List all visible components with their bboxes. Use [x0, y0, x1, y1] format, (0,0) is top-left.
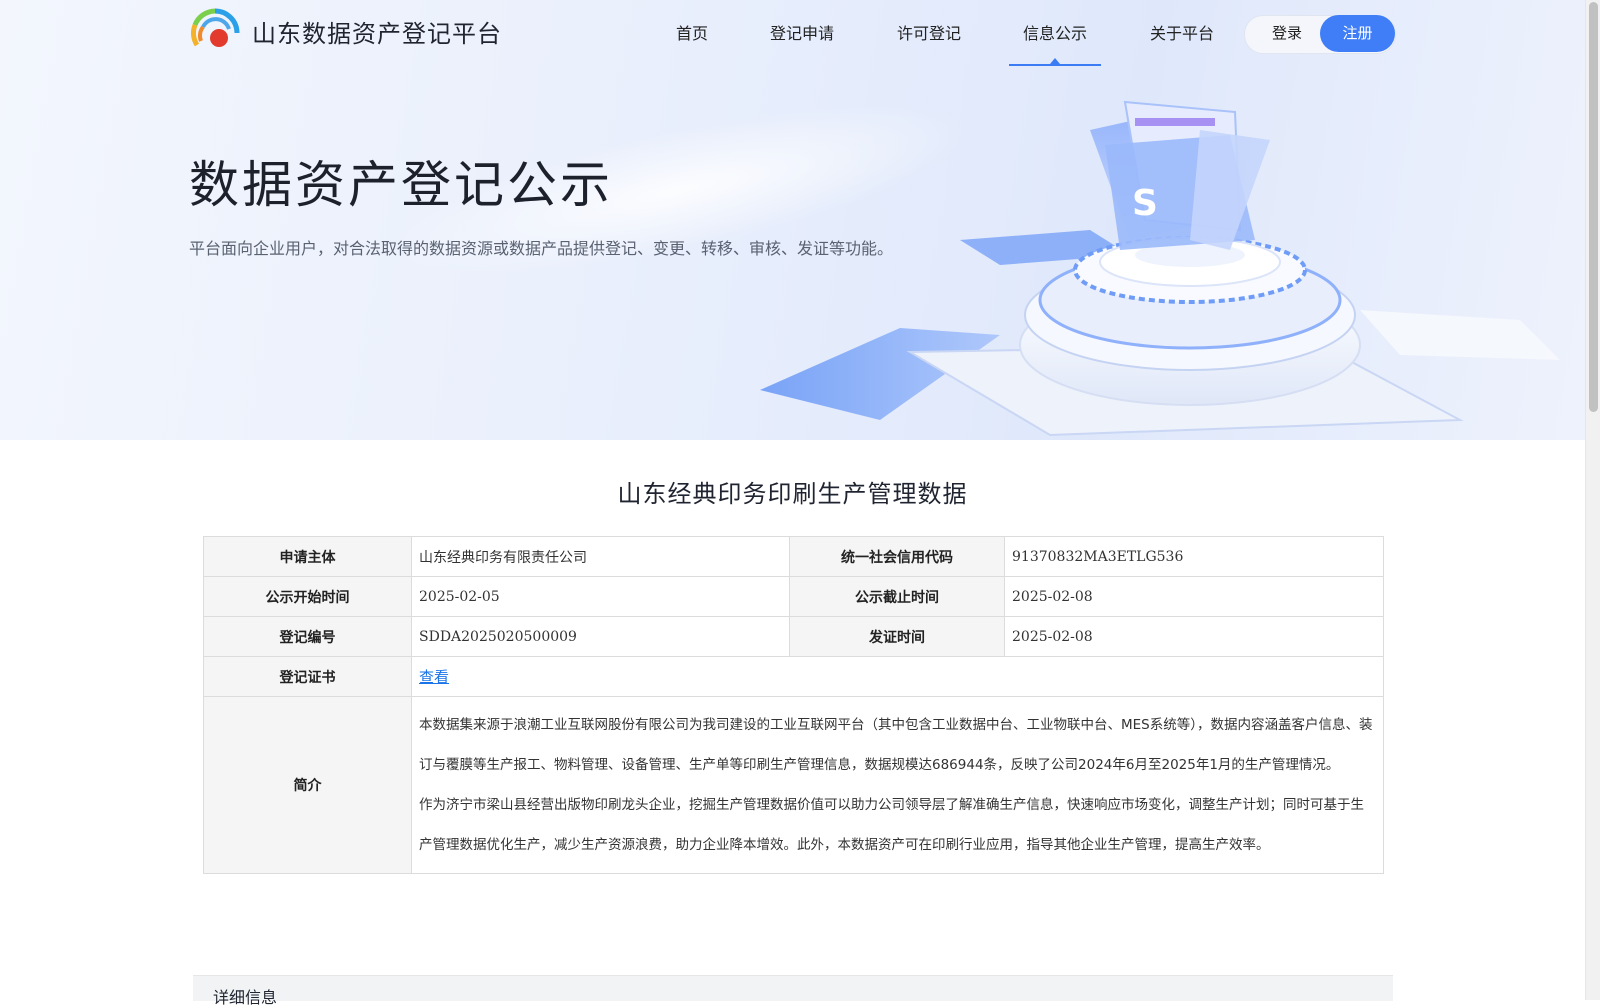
table-row: 申请主体 山东经典印务有限责任公司 统一社会信用代码 91370832MA3ET…: [203, 536, 1384, 577]
record-info-table: 申请主体 山东经典印务有限责任公司 统一社会信用代码 91370832MA3ET…: [203, 536, 1384, 874]
platform-logo-icon[interactable]: [189, 7, 241, 59]
intro-label: 简介: [203, 696, 412, 874]
nav-registration-apply[interactable]: 登记申请: [770, 20, 834, 44]
credit-code-label: 统一社会信用代码: [789, 536, 1005, 577]
site-title: 山东数据资产登记平台: [252, 20, 502, 48]
hero-banner: S 山东数据资产登记平台 首页 登记申请 许可登记 信息公示 关于平台 登录 注…: [0, 0, 1585, 440]
hero-description: 平台面向企业用户，对合法取得的数据资源或数据产品提供登记、变更、转移、审核、发证…: [189, 239, 894, 258]
issue-time-value: 2025-02-08: [1004, 616, 1384, 657]
intro-paragraph-1: 本数据集来源于浪潮工业互联网股份有限公司为我司建设的工业互联网平台（其中包含工业…: [419, 717, 1373, 773]
start-time-label: 公示开始时间: [203, 576, 412, 617]
detail-section-header: 详细信息: [193, 975, 1393, 1007]
top-navbar: 山东数据资产登记平台 首页 登记申请 许可登记 信息公示 关于平台 登录 注册: [0, 0, 1585, 66]
certificate-cell: 查看: [411, 656, 1384, 697]
page-scrollbar[interactable]: [1585, 0, 1600, 1000]
nav-info-disclosure[interactable]: 信息公示: [1008, 20, 1102, 66]
certificate-label: 登记证书: [203, 656, 412, 697]
record-title: 山东经典印务印刷生产管理数据: [617, 480, 968, 508]
nav-home[interactable]: 首页: [676, 20, 708, 44]
issue-time-label: 发证时间: [789, 616, 1005, 657]
applicant-label: 申请主体: [203, 536, 412, 577]
start-time-value: 2025-02-05: [411, 576, 790, 617]
end-time-label: 公示截止时间: [789, 576, 1005, 617]
detail-section-title: 详细信息: [213, 988, 278, 1007]
svg-text:S: S: [1132, 183, 1158, 224]
applicant-value: 山东经典印务有限责任公司: [411, 536, 790, 577]
table-row: 公示开始时间 2025-02-05 公示截止时间 2025-02-08: [203, 576, 1384, 617]
reg-number-value: SDDA2025020500009: [411, 616, 790, 657]
hero-title: 数据资产登记公示: [189, 156, 613, 214]
data-platform-illustration: S: [760, 100, 1560, 437]
credit-code-value: 91370832MA3ETLG536: [1004, 536, 1384, 577]
end-time-value: 2025-02-08: [1004, 576, 1384, 617]
login-button[interactable]: 登录: [1256, 15, 1318, 52]
view-certificate-link[interactable]: 查看: [419, 668, 449, 686]
table-row: 简介 本数据集来源于浪潮工业互联网股份有限公司为我司建设的工业互联网平台（其中包…: [203, 696, 1384, 874]
scrollbar-thumb[interactable]: [1589, 2, 1598, 412]
reg-number-label: 登记编号: [203, 616, 412, 657]
nav-about-platform[interactable]: 关于平台: [1150, 20, 1214, 44]
register-button[interactable]: 注册: [1320, 15, 1395, 52]
intro-paragraph-2: 作为济宁市梁山县经营出版物印刷龙头企业，挖掘生产管理数据价值可以助力公司领导层了…: [419, 797, 1364, 853]
nav-license-registration[interactable]: 许可登记: [897, 20, 961, 44]
intro-cell: 本数据集来源于浪潮工业互联网股份有限公司为我司建设的工业互联网平台（其中包含工业…: [411, 696, 1384, 874]
table-row: 登记证书 查看: [203, 656, 1384, 697]
table-row: 登记编号 SDDA2025020500009 发证时间 2025-02-08: [203, 616, 1384, 657]
